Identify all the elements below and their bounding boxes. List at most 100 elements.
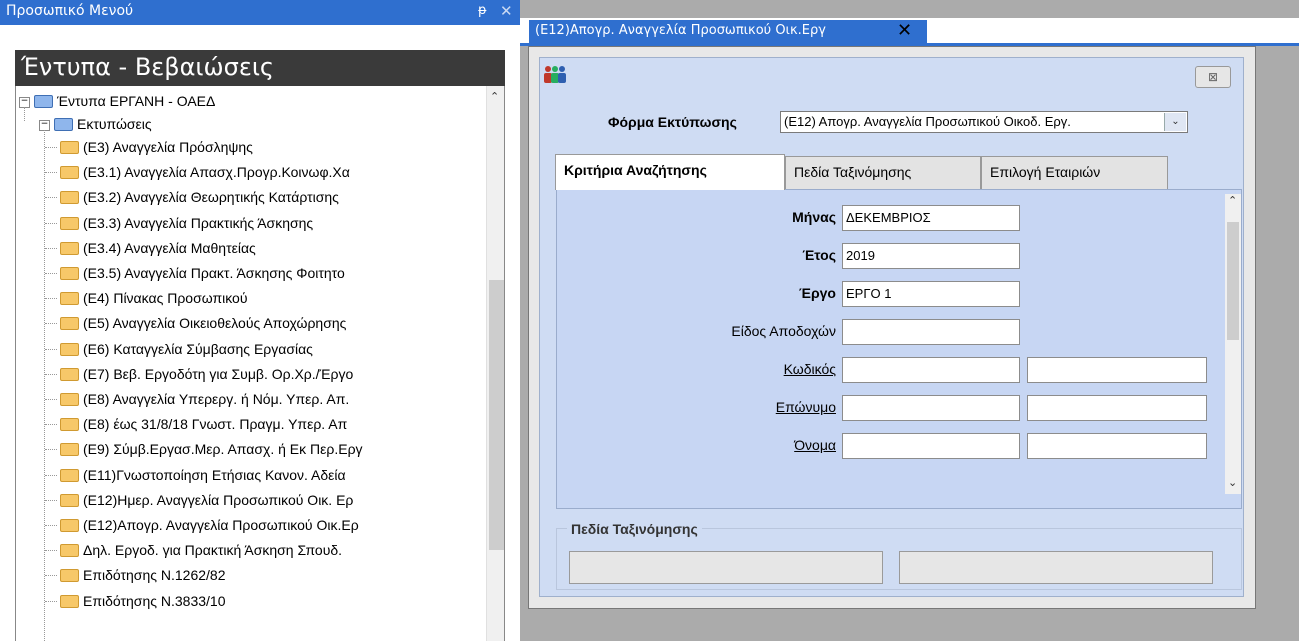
code-from-field[interactable] (842, 357, 1020, 383)
report-form: ⊠ Φόρμα Εκτύπωσης (Ε12) Απογρ. Αναγγελία… (539, 57, 1244, 597)
tree-item-label: (Ε5) Αναγγελία Οικειοθελούς Αποχώρησης (83, 315, 347, 332)
tree-item[interactable]: (Ε4) Πίνακας Προσωπικού (60, 288, 248, 309)
tree-connector (45, 373, 57, 375)
close-icon[interactable]: ✕ (897, 20, 912, 41)
name-from-field[interactable] (842, 433, 1020, 459)
tree-connector (45, 197, 57, 199)
section-header: Έντυπα - Βεβαιώσεις (15, 50, 505, 86)
tree-item[interactable]: (Ε6) Καταγγελία Σύμβασης Εργασίας (60, 339, 313, 360)
tree-item[interactable]: (Ε8) Αναγγελία Υπερεργ. ή Νόμ. Υπερ. Απ. (60, 389, 349, 410)
folder-icon (60, 317, 79, 331)
tree-item-label: (Ε4) Πίνακας Προσωπικού (83, 290, 248, 307)
tree-item[interactable]: (Ε12)Απογρ. Αναγγελία Προσωπικού Οικ.Ερ (60, 515, 359, 536)
name-to-field[interactable] (1027, 433, 1207, 459)
folder-icon (54, 118, 73, 131)
tree-connector (24, 107, 25, 121)
document-tab-label: (Ε12)Απογρ. Αναγγελία Προσωπικού Οικ.Εργ (535, 23, 826, 38)
tree-item[interactable]: (Ε12)Ημερ. Αναγγελία Προσωπικού Οικ. Ερ (60, 490, 353, 511)
tree-item-label: Δηλ. Εργοδ. για Πρακτική Άσκηση Σπουδ. (83, 542, 343, 559)
tree-item-label: (Ε12)Απογρ. Αναγγελία Προσωπικού Οικ.Ερ (83, 517, 359, 533)
tree-node-root[interactable]: Έντυπα ΕΡΓΑΝΗ - ΟΑΕΔ (34, 91, 215, 112)
sort-field-2[interactable] (899, 551, 1213, 584)
tree-connector (45, 323, 57, 325)
tree-item[interactable]: (Ε9) Σύμβ.Εργασ.Μερ. Απασχ. ή Εκ Περ.Εργ (60, 439, 363, 460)
folder-icon (60, 418, 79, 432)
tree-item-label: (Ε7) Βεβ. Εργοδότη για Συμβ. Ορ.Χρ./Έργο (83, 365, 354, 382)
tree-scrollbar[interactable]: ⌃ (486, 86, 504, 641)
tree-item[interactable]: (Ε3.2) Αναγγελία Θεωρητικής Κατάρτισης (60, 187, 339, 208)
pin-icon[interactable]: ᵽ (478, 3, 487, 18)
earnings-type-field[interactable] (842, 319, 1020, 345)
tree-item[interactable]: (Ε8) έως 31/8/18 Γνωστ. Πραγμ. Υπερ. Απ (60, 414, 347, 435)
tree-connector (45, 172, 57, 174)
tree-item[interactable]: Επιδότησης Ν.3833/10 (60, 591, 225, 612)
personal-menu-panel: Προσωπικό Μενού ᵽ ✕ Έντυπα - Βεβαιώσεις … (0, 0, 520, 641)
personal-menu-header: Προσωπικό Μενού ᵽ ✕ (0, 0, 520, 25)
surname-to-field[interactable] (1027, 395, 1207, 421)
tab-sort-fields[interactable]: Πεδία Ταξινόμησης (785, 156, 981, 189)
sort-field-1[interactable] (569, 551, 883, 584)
tree-item-label: (Ε3.4) Αναγγελία Μαθητείας (83, 239, 256, 256)
folder-icon (60, 342, 79, 356)
tree-item-label: (Ε9) Σύμβ.Εργασ.Μερ. Απασχ. ή Εκ Περ.Εργ (83, 441, 363, 458)
tree-item-label: (Ε3.3) Αναγγελία Πρακτικής Άσκησης (83, 214, 314, 231)
document-tab[interactable]: (Ε12)Απογρ. Αναγγελία Προσωπικού Οικ.Εργ… (529, 20, 927, 43)
code-to-field[interactable] (1027, 357, 1207, 383)
code-label[interactable]: Κωδικός (784, 361, 836, 377)
criteria-panel: Μήνας ΔΕΚΕΜΒΡΙΟΣ Έτος 2019 Έργο ΕΡΓΟ 1 Ε… (556, 189, 1242, 509)
close-button[interactable]: ⊠ (1195, 66, 1231, 88)
tree-item[interactable]: (Ε3.1) Αναγγελία Απασχ.Προγρ.Κοινωφ.Χα (60, 162, 350, 183)
tree-node-prints[interactable]: Εκτυπώσεις (54, 114, 152, 135)
report-form-window: ⊠ Φόρμα Εκτύπωσης (Ε12) Απογρ. Αναγγελία… (528, 46, 1256, 609)
surname-from-field[interactable] (842, 395, 1020, 421)
surname-label[interactable]: Επώνυμο (776, 399, 836, 415)
tree-item-label: (Ε3) Αναγγελία Πρόσληψης (83, 139, 253, 155)
personal-menu-title: Προσωπικό Μενού (6, 3, 134, 19)
tree-item[interactable]: (Ε3) Αναγγελία Πρόσληψης (60, 137, 253, 158)
folder-icon (60, 594, 79, 608)
tree-connector (45, 449, 57, 451)
tree-item-label: (Ε3.1) Αναγγελία Απασχ.Προγρ.Κοινωφ.Χα (83, 164, 350, 181)
chevron-down-icon[interactable]: ⌄ (1164, 113, 1186, 131)
tree-item-label: (Ε8) έως 31/8/18 Γνωστ. Πραγμ. Υπερ. Απ (83, 416, 348, 433)
print-form-select[interactable]: (Ε12) Απογρ. Αναγγελία Προσωπικού Οικοδ.… (780, 111, 1188, 133)
tree-item[interactable]: Επιδότησης Ν.1262/82 (60, 565, 225, 586)
tree-item[interactable]: (Ε7) Βεβ. Εργοδότη για Συμβ. Ορ.Χρ./Έργο (60, 364, 353, 385)
name-label[interactable]: Όνομα (794, 437, 836, 453)
tree-item[interactable]: (Ε5) Αναγγελία Οικειοθελούς Αποχώρησης (60, 313, 346, 334)
month-field[interactable]: ΔΕΚΕΜΒΡΙΟΣ (842, 205, 1020, 231)
year-field[interactable]: 2019 (842, 243, 1020, 269)
scrollbar-thumb[interactable] (489, 280, 504, 550)
tree-connector (45, 348, 57, 350)
tab-search-criteria[interactable]: Κριτήρια Αναζήτησης (555, 154, 785, 190)
folder-icon (60, 468, 79, 482)
tree-item[interactable]: (Ε3.5) Αναγγελία Πρακτ. Άσκησης Φοιτητο (60, 263, 345, 284)
print-form-label: Φόρμα Εκτύπωσης (608, 114, 737, 130)
chevron-up-icon[interactable]: ⌃ (490, 90, 499, 103)
tree-item-label: (Ε3.5) Αναγγελία Πρακτ. Άσκησης Φοιτητο (83, 265, 345, 281)
criteria-scrollbar[interactable]: ⌃ ⌄ (1225, 194, 1241, 494)
chevron-down-icon[interactable]: ⌄ (1228, 476, 1237, 489)
tree-item-label: (Ε12)Ημερ. Αναγγελία Προσωπικού Οικ. Ερ (83, 491, 354, 508)
project-field[interactable]: ΕΡΓΟ 1 (842, 281, 1020, 307)
folder-icon (60, 569, 79, 583)
project-label: Έργο (799, 285, 836, 301)
chevron-up-icon[interactable]: ⌃ (1228, 194, 1237, 207)
close-icon[interactable]: ✕ (500, 2, 513, 20)
tree-item[interactable]: (Ε11)Γνωστοποίηση Ετήσιας Κανον. Αδεία (60, 465, 346, 486)
folder-icon (60, 519, 79, 532)
tree-item[interactable]: Δηλ. Εργοδ. για Πρακτική Άσκηση Σπουδ. (60, 540, 342, 561)
tree-node-label: Έντυπα ΕΡΓΑΝΗ - ΟΑΕΔ (57, 93, 216, 109)
folder-icon (60, 141, 79, 154)
tree-node-label: Εκτυπώσεις (77, 116, 152, 132)
tree-connector (45, 273, 57, 274)
tree-item[interactable]: (Ε3.4) Αναγγελία Μαθητείας (60, 238, 256, 259)
tab-company-selection[interactable]: Επιλογή Εταιριών (981, 156, 1168, 189)
tree-connector (45, 424, 57, 426)
month-label: Μήνας (792, 209, 836, 225)
tree-connector (45, 575, 57, 577)
tree-connector (44, 130, 45, 641)
tree-item[interactable]: (Ε3.3) Αναγγελία Πρακτικής Άσκησης (60, 213, 313, 234)
scrollbar-thumb[interactable] (1227, 222, 1239, 340)
tree-connector (45, 600, 57, 602)
